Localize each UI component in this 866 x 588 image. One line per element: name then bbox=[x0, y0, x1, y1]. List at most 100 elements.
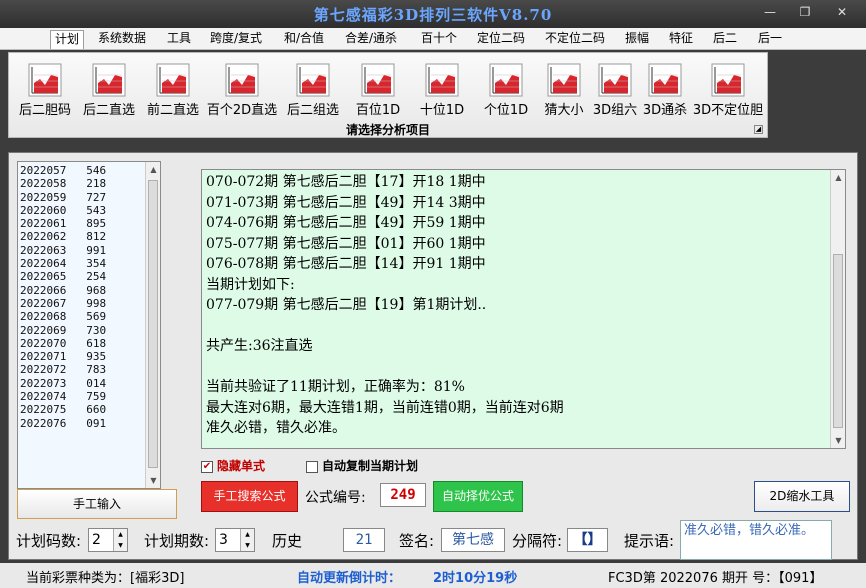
history-number: 543 bbox=[86, 203, 107, 217]
formula-no-field[interactable]: 249 bbox=[380, 483, 426, 507]
ribbon-button-tens-1d[interactable]: 十位1D bbox=[411, 63, 473, 118]
plan-code-count-spinner[interactable]: 2 ▲ ▼ bbox=[88, 528, 128, 552]
history-row[interactable]: 2022071 935 bbox=[20, 350, 144, 363]
tab-span[interactable]: 跨度/复式 bbox=[206, 30, 266, 49]
history-row[interactable]: 2022064 354 bbox=[20, 257, 144, 270]
history-row[interactable]: 2022073 014 bbox=[20, 377, 144, 390]
result-line: 070-072期 第七感后二胆【17】开18 1期中 bbox=[206, 174, 486, 190]
history-issue: 2022060 bbox=[20, 203, 67, 217]
history-row[interactable]: 2022066 968 bbox=[20, 284, 144, 297]
scroll-up-icon[interactable]: ▲ bbox=[146, 162, 161, 177]
ribbon-button-3d-group-six[interactable]: 3D组六 bbox=[591, 63, 639, 118]
history-row[interactable]: 2022075 660 bbox=[20, 403, 144, 416]
tab-diff[interactable]: 合差/通杀 bbox=[341, 30, 401, 49]
history-number: 730 bbox=[86, 323, 107, 337]
ribbon-button-last-two-group[interactable]: 后二组选 bbox=[281, 63, 345, 118]
history-row[interactable]: 2022070 618 bbox=[20, 337, 144, 350]
shrink-2d-tool-button[interactable]: 2D缩水工具 bbox=[754, 481, 850, 512]
ribbon-button-label: 十位1D bbox=[419, 103, 465, 118]
scroll-thumb[interactable] bbox=[833, 254, 843, 428]
history-issue: 2022063 bbox=[20, 243, 67, 257]
ribbon-button-hundreds-1d[interactable]: 百位1D bbox=[347, 63, 409, 118]
tab-last-one[interactable]: 后一 bbox=[754, 30, 786, 49]
spin-down-icon[interactable]: ▼ bbox=[240, 540, 254, 551]
ribbon-button-label: 后二直选 bbox=[82, 103, 135, 118]
history-number: 546 bbox=[86, 164, 107, 177]
plan-period-spinner[interactable]: 3 ▲ ▼ bbox=[215, 528, 255, 552]
ribbon-button-units-1d[interactable]: 个位1D bbox=[475, 63, 537, 118]
history-row[interactable]: 2022076 091 bbox=[20, 417, 144, 430]
tab-last-two[interactable]: 后二 bbox=[709, 30, 741, 49]
history-number: 091 bbox=[86, 416, 107, 430]
spin-down-icon[interactable]: ▼ bbox=[113, 540, 127, 551]
tab-system-data[interactable]: 系统数据 bbox=[94, 30, 150, 49]
tab-feature[interactable]: 特征 bbox=[665, 30, 697, 49]
scroll-thumb[interactable] bbox=[148, 180, 158, 468]
history-list[interactable]: 2022057 546 2022058 218 2022059 727 2022060… bbox=[17, 161, 161, 489]
tab-plan[interactable]: 计划 bbox=[50, 30, 85, 49]
history-row[interactable]: 2022060 543 bbox=[20, 204, 144, 217]
history-issue: 2022061 bbox=[20, 217, 67, 231]
history-number: 618 bbox=[86, 336, 107, 350]
ribbon-button-3d-kill[interactable]: 3D通杀 bbox=[641, 63, 689, 118]
hint-textbox[interactable]: 准久必错，错久必准。 bbox=[680, 520, 832, 560]
history-row[interactable]: 2022065 254 bbox=[20, 270, 144, 283]
auto-copy-label: 自动复制当期计划 bbox=[322, 459, 419, 473]
separator-field[interactable]: 【】 bbox=[567, 528, 608, 552]
close-button[interactable]: ✕ bbox=[820, 2, 864, 22]
history-number: 968 bbox=[86, 283, 107, 297]
tab-sum[interactable]: 和/合值 bbox=[280, 30, 328, 49]
signature-field[interactable]: 第七感 bbox=[441, 528, 505, 552]
history-issue: 2022076 bbox=[20, 416, 67, 430]
history-row[interactable]: 2022059 727 bbox=[20, 191, 144, 204]
scroll-down-icon[interactable]: ▼ bbox=[831, 433, 846, 448]
ribbon-button-first-two-direct[interactable]: 前二直选 bbox=[141, 63, 205, 118]
tab-position-digits[interactable]: 百十个 bbox=[417, 30, 461, 49]
result-line: 最大连对6期，最大连错1期，当前连错0期，当前连对6期 bbox=[206, 399, 564, 416]
ribbon-button-label: 后二胆码 bbox=[18, 103, 71, 118]
result-line: 075-077期 第七感后二胆【01】开60 1期中 bbox=[206, 235, 486, 252]
minimize-button[interactable]: — bbox=[750, 2, 790, 22]
history-number: 783 bbox=[86, 363, 107, 377]
history-scrollbar[interactable]: ▲ ▼ bbox=[145, 162, 160, 488]
search-formula-button[interactable]: 手工搜索公式 bbox=[201, 481, 298, 512]
spin-up-icon[interactable]: ▲ bbox=[240, 529, 254, 540]
plan-result-textbox[interactable]: 070-072期 第七感后二胆【17】开18 1期中 071-073期 第七感后二… bbox=[201, 169, 846, 449]
history-number: 218 bbox=[86, 177, 107, 191]
scroll-up-icon[interactable]: ▲ bbox=[831, 170, 846, 185]
ribbon-button-3d-unfixed-dan[interactable]: 3D不定位胆 bbox=[691, 63, 765, 118]
tab-fixed-two-code[interactable]: 定位二码 bbox=[473, 30, 529, 49]
ribbon-button-label: 前二直选 bbox=[146, 103, 199, 118]
history-row[interactable]: 2022069 730 bbox=[20, 324, 144, 337]
history-row[interactable]: 2022061 895 bbox=[20, 217, 144, 230]
chart-icon bbox=[547, 63, 581, 97]
history-row[interactable]: 2022063 991 bbox=[20, 244, 144, 257]
history-number: 759 bbox=[86, 390, 107, 404]
auto-pick-formula-button[interactable]: 自动择优公式 bbox=[433, 481, 523, 512]
history-row[interactable]: 2022067 998 bbox=[20, 297, 144, 310]
history-field[interactable]: 21 bbox=[343, 528, 385, 552]
hide-single-checkbox[interactable]: ✔ 隐藏单式 bbox=[201, 457, 265, 473]
history-row[interactable]: 2022062 812 bbox=[20, 230, 144, 243]
ribbon-button-last-two-direct[interactable]: 后二直选 bbox=[77, 63, 141, 118]
spin-up-icon[interactable]: ▲ bbox=[113, 529, 127, 540]
result-scrollbar[interactable]: ▲ ▼ bbox=[830, 170, 845, 448]
history-row[interactable]: 2022068 569 bbox=[20, 310, 144, 323]
ribbon-button-hundreds-units-2d[interactable]: 百个2D直选 bbox=[205, 63, 279, 118]
ribbon-button-last-two-dan[interactable]: 后二胆码 bbox=[13, 63, 77, 118]
history-row[interactable]: 2022058 218 bbox=[20, 177, 144, 190]
history-row[interactable]: 2022074 759 bbox=[20, 390, 144, 403]
scroll-down-icon[interactable]: ▼ bbox=[146, 473, 161, 488]
history-row[interactable]: 2022072 783 bbox=[20, 363, 144, 376]
chart-icon bbox=[92, 63, 126, 97]
tab-tools[interactable]: 工具 bbox=[163, 30, 195, 49]
ribbon-button-guess-size[interactable]: 猜大小 bbox=[539, 63, 589, 118]
tab-amplitude[interactable]: 振幅 bbox=[621, 30, 653, 49]
history-number: 569 bbox=[86, 310, 107, 324]
history-row[interactable]: 2022057 546 bbox=[20, 164, 144, 177]
dialog-launcher-icon[interactable]: ◢ bbox=[754, 125, 763, 134]
tab-unfixed-two-code[interactable]: 不定位二码 bbox=[541, 30, 609, 49]
restore-button[interactable]: ❐ bbox=[792, 2, 818, 22]
ribbon-button-label: 3D通杀 bbox=[642, 103, 688, 118]
auto-copy-checkbox[interactable]: 自动复制当期计划 bbox=[306, 457, 418, 473]
